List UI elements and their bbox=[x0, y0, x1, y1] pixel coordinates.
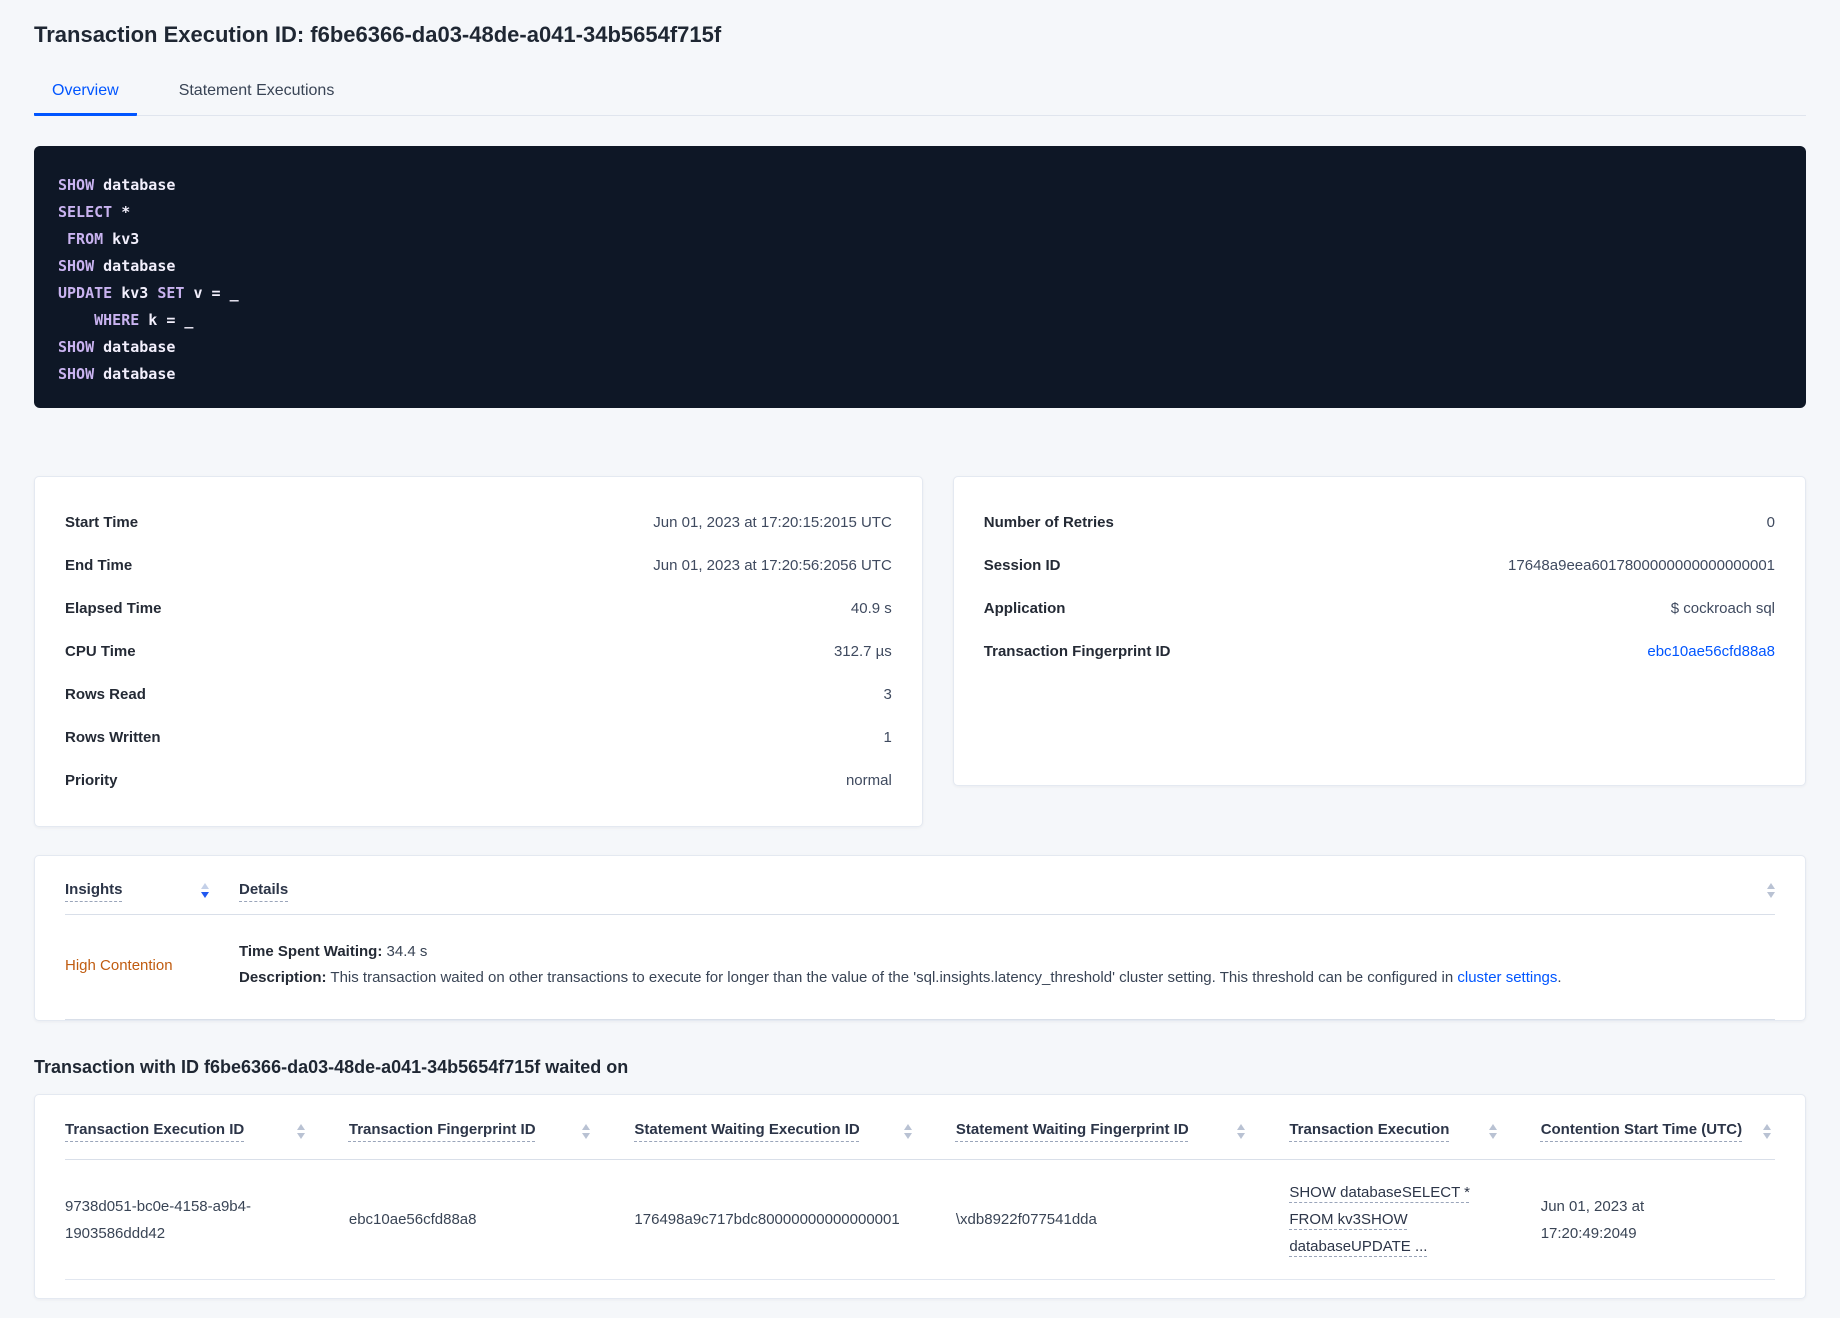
sql-line: SHOW database bbox=[58, 338, 176, 356]
summary-row: Session ID 17648a9eea60178000000000000000… bbox=[984, 544, 1775, 587]
sort-arrows-icon[interactable] bbox=[1488, 1124, 1497, 1139]
column-header-contention-start-time: Contention Start Time (UTC) bbox=[1541, 1121, 1775, 1139]
execution-details-card: Start Time Jun 01, 2023 at 17:20:15:2015 … bbox=[34, 476, 923, 827]
details-column-label[interactable]: Details bbox=[239, 881, 288, 898]
field-label: Rows Written bbox=[65, 729, 161, 746]
summary-row: Application $ cockroach sql bbox=[984, 587, 1775, 630]
cell-contention-start-time: Jun 01, 2023 at 17:20:49:2049 bbox=[1540, 1197, 1645, 1242]
page-title: Transaction Execution ID: f6be6366-da03-… bbox=[34, 22, 722, 47]
tab-bar: Overview Statement Executions bbox=[34, 74, 1806, 116]
insights-column-label[interactable]: Insights bbox=[65, 881, 123, 898]
summary-row: Transaction Fingerprint ID ebc10ae56cfd88… bbox=[984, 630, 1775, 673]
insight-details: Time Spent Waiting: 34.4 s Description: … bbox=[239, 939, 1562, 991]
field-value: 0 bbox=[1766, 514, 1775, 531]
sort-arrows-icon[interactable] bbox=[1762, 1124, 1771, 1139]
transaction-execution-link[interactable]: SHOW databaseSELECT * FROM kv3SHOW datab… bbox=[1289, 1184, 1470, 1255]
summary-row: Elapsed Time 40.9 s bbox=[65, 587, 892, 630]
column-label[interactable]: Statement Waiting Execution ID bbox=[634, 1121, 859, 1138]
sql-line: SHOW database bbox=[58, 257, 176, 275]
sql-line: WHERE k = _ bbox=[94, 311, 194, 329]
column-header-transaction-execution: Transaction Execution bbox=[1289, 1121, 1540, 1139]
insight-type-label: High Contention bbox=[65, 956, 173, 974]
cell-statement-waiting-fingerprint-id: \xdb8922f077541dda bbox=[955, 1211, 1097, 1228]
field-value: 1 bbox=[883, 729, 892, 746]
transaction-fingerprint-link[interactable]: ebc10ae56cfd88a8 bbox=[1647, 643, 1775, 660]
sort-arrows-icon[interactable] bbox=[582, 1124, 591, 1139]
time-spent-waiting: Time Spent Waiting: 34.4 s bbox=[239, 943, 428, 960]
sort-arrows-icon[interactable] bbox=[1767, 883, 1775, 898]
field-label: Elapsed Time bbox=[65, 600, 162, 617]
summary-row: CPU Time 312.7 µs bbox=[65, 630, 892, 673]
field-label: Start Time bbox=[65, 514, 139, 531]
waited-on-title: Transaction with ID f6be6366-da03-48de-a… bbox=[34, 1057, 629, 1077]
summary-cards-row: Start Time Jun 01, 2023 at 17:20:15:2015 … bbox=[34, 476, 1806, 827]
column-label[interactable]: Contention Start Time (UTC) bbox=[1541, 1121, 1742, 1138]
column-label[interactable]: Statement Waiting Fingerprint ID bbox=[956, 1121, 1189, 1138]
waited-on-table-header: Transaction Execution ID Transaction Fing… bbox=[65, 1095, 1775, 1160]
sql-line: SHOW database bbox=[58, 365, 176, 383]
field-value: 312.7 µs bbox=[833, 643, 892, 660]
column-header-transaction-execution-id: Transaction Execution ID bbox=[65, 1121, 349, 1139]
field-value: 3 bbox=[883, 686, 892, 703]
field-value: $ cockroach sql bbox=[1670, 600, 1775, 617]
insight-description: Description: This transaction waited on … bbox=[239, 969, 1562, 986]
sql-line: SHOW database bbox=[58, 176, 176, 194]
insight-row: High Contention Time Spent Waiting: 34.4… bbox=[65, 915, 1775, 1020]
cell-transaction-fingerprint-id: ebc10ae56cfd88a8 bbox=[348, 1211, 477, 1228]
session-details-card: Number of Retries 0 Session ID 17648a9eea60… bbox=[952, 476, 1806, 786]
sql-line: UPDATE kv3 SET v = _ bbox=[58, 284, 239, 302]
field-value: Jun 01, 2023 at 17:20:56:2056 UTC bbox=[653, 557, 892, 574]
field-label: Priority bbox=[65, 772, 118, 789]
summary-row: Priority normal bbox=[65, 759, 892, 802]
tab-statement-executions[interactable]: Statement Executions bbox=[161, 74, 353, 116]
sort-arrows-icon[interactable] bbox=[1237, 1124, 1246, 1139]
insights-table-header: Insights Details bbox=[65, 856, 1775, 915]
field-label: Application bbox=[983, 600, 1066, 617]
summary-row: End Time Jun 01, 2023 at 17:20:56:2056 UT… bbox=[65, 544, 892, 587]
waited-on-table-body: 9738d051-bc0e-4158-a9b4-1903586ddd42 ebc1… bbox=[65, 1160, 1775, 1280]
column-header-transaction-fingerprint-id: Transaction Fingerprint ID bbox=[349, 1121, 635, 1139]
cluster-settings-link[interactable]: cluster settings bbox=[1457, 969, 1557, 986]
field-value: 17648a9eea6017800000000000000001 bbox=[1508, 557, 1775, 574]
summary-row: Rows Written 1 bbox=[65, 716, 892, 759]
field-label: Session ID bbox=[983, 557, 1061, 574]
column-label[interactable]: Transaction Execution ID bbox=[65, 1121, 244, 1138]
cell-transaction-execution-id: 9738d051-bc0e-4158-a9b4-1903586ddd42 bbox=[65, 1197, 251, 1242]
field-value: normal bbox=[845, 772, 892, 789]
field-label: Rows Read bbox=[65, 686, 146, 703]
tab-overview[interactable]: Overview bbox=[34, 74, 137, 116]
field-value: Jun 01, 2023 at 17:20:15:2015 UTC bbox=[653, 514, 892, 531]
summary-row: Number of Retries 0 bbox=[984, 501, 1775, 544]
insights-column-header: Insights bbox=[65, 880, 239, 898]
column-label[interactable]: Transaction Execution bbox=[1289, 1121, 1449, 1138]
field-label: Number of Retries bbox=[983, 514, 1114, 531]
column-header-statement-waiting-execution-id: Statement Waiting Execution ID bbox=[634, 1121, 955, 1139]
sort-arrows-icon[interactable] bbox=[201, 883, 209, 898]
cell-transaction-execution[interactable]: SHOW databaseSELECT * FROM kv3SHOW datab… bbox=[1289, 1179, 1540, 1260]
waited-on-table: Transaction Execution ID Transaction Fing… bbox=[34, 1094, 1806, 1299]
column-label[interactable]: Transaction Fingerprint ID bbox=[349, 1121, 536, 1138]
table-row: 9738d051-bc0e-4158-a9b4-1903586ddd42 ebc1… bbox=[65, 1160, 1775, 1280]
column-header-statement-waiting-fingerprint-id: Statement Waiting Fingerprint ID bbox=[956, 1121, 1289, 1139]
sort-arrows-icon[interactable] bbox=[296, 1124, 305, 1139]
field-label: End Time bbox=[65, 557, 133, 574]
summary-row: Rows Read 3 bbox=[65, 673, 892, 716]
field-value: 40.9 s bbox=[850, 600, 892, 617]
field-label: Transaction Fingerprint ID bbox=[983, 643, 1171, 660]
field-label: CPU Time bbox=[65, 643, 136, 660]
sql-statements-box: SHOW database SELECT * FROM kv3 SHOW datab… bbox=[34, 146, 1806, 408]
sql-line: SELECT * bbox=[58, 203, 131, 221]
insights-table: Insights Details High Contention Time Sp… bbox=[34, 855, 1806, 1021]
transaction-details-page: Transaction Execution ID: f6be6366-da03-… bbox=[0, 0, 1840, 1299]
summary-row: Start Time Jun 01, 2023 at 17:20:15:2015 … bbox=[65, 501, 892, 544]
sql-line: FROM kv3 bbox=[67, 230, 140, 248]
cell-statement-waiting-execution-id: 176498a9c717bdc80000000000000001 bbox=[634, 1211, 900, 1228]
sort-arrows-icon[interactable] bbox=[903, 1124, 912, 1139]
